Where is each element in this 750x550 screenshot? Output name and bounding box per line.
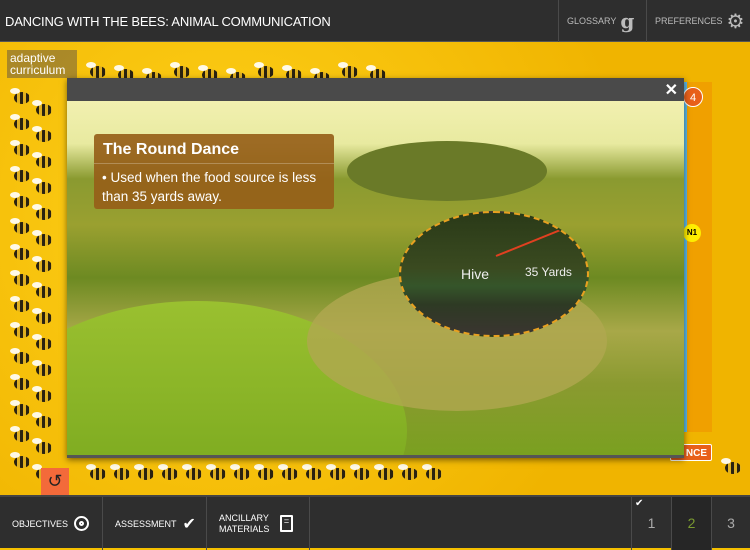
distance-arrow: [495, 219, 585, 257]
bee-icon: [32, 152, 52, 168]
modal-header: ✕: [67, 78, 684, 101]
ancillary-materials-button[interactable]: ANCILLARY MATERIALS =: [207, 497, 310, 550]
bee-icon: [254, 464, 274, 480]
bee-icon: [350, 464, 370, 480]
checkmark-icon: ✔: [182, 515, 196, 533]
bee-icon: [10, 244, 30, 260]
completed-check-icon: ✔: [635, 498, 644, 509]
bee-icon: [10, 114, 30, 130]
hill: [347, 141, 547, 201]
bee-icon: [230, 464, 250, 480]
bee-icon: [10, 270, 30, 286]
bee-icon: [10, 88, 30, 104]
bee-icon: [254, 62, 274, 78]
bee-icon: [134, 464, 154, 480]
bee-icon: [32, 230, 52, 246]
glossary-button[interactable]: GLOSSARY g: [558, 0, 646, 42]
card-title: The Round Dance: [94, 134, 334, 164]
hive-label: Hive: [461, 266, 490, 282]
close-icon[interactable]: ✕: [665, 80, 678, 100]
bee-icon: [422, 464, 442, 480]
page-number: 2: [687, 515, 696, 531]
bee-icon: [32, 204, 52, 220]
preferences-button[interactable]: PREFERENCES ⚙: [646, 0, 750, 42]
video-frame[interactable]: The Round Dance • Used when the food sou…: [67, 101, 684, 455]
bee-icon: [10, 322, 30, 338]
card-bullet: • Used when the food source is less than…: [102, 170, 317, 204]
video-modal: ✕ The Round Dance • Used when the food s…: [67, 78, 684, 458]
bottom-bar: OBJECTIVES ASSESSMENT ✔ ANCILLARY MATERI…: [0, 495, 750, 550]
bee-icon: [32, 412, 52, 428]
document-icon: =: [280, 515, 293, 532]
zoom-inset: Hive 35 Yards: [399, 211, 589, 337]
logo-line2: curriculum: [10, 63, 66, 77]
bee-icon: [10, 374, 30, 390]
distance-label: 35 Yards: [525, 265, 572, 279]
objectives-label: OBJECTIVES: [12, 518, 69, 529]
bee-icon: [32, 282, 52, 298]
bee-icon: [721, 458, 741, 474]
bee-icon: [32, 178, 52, 194]
bee-icon: [10, 166, 30, 182]
page-1-button[interactable]: ✔ 1: [631, 497, 671, 550]
bee-icon: [32, 308, 52, 324]
page-number: 3: [727, 515, 735, 531]
bee-icon: [32, 360, 52, 376]
bee-icon: [338, 62, 358, 78]
bee-icon: [32, 438, 52, 454]
bee-icon: [10, 192, 30, 208]
side-panel: [684, 82, 712, 432]
n1-marker[interactable]: N1: [683, 224, 701, 242]
adaptive-curriculum-logo: adaptive curriculum: [7, 50, 77, 78]
page-3-button[interactable]: 3: [711, 497, 750, 550]
reset-button[interactable]: ↺: [41, 468, 69, 495]
bee-icon: [10, 452, 30, 468]
bee-icon: [182, 464, 202, 480]
bee-icon: [158, 464, 178, 480]
bee-icon: [32, 126, 52, 142]
assessment-label: ASSESSMENT: [115, 518, 177, 529]
bee-icon: [32, 334, 52, 350]
bee-icon: [374, 464, 394, 480]
bee-icon: [32, 100, 52, 116]
page-number: 1: [647, 515, 656, 531]
glossary-label: GLOSSARY: [567, 16, 617, 26]
bee-icon: [326, 464, 346, 480]
gear-icon: ⚙: [726, 10, 745, 33]
page-title: DANCING WITH THE BEES: ANIMAL COMMUNICAT…: [5, 14, 331, 29]
bee-icon: [10, 218, 30, 234]
glossary-icon: g: [620, 9, 635, 33]
activity-stage: adaptive curriculum 4 N1 NCE ↺ ✕ The Roun…: [0, 42, 750, 495]
bee-icon: [170, 62, 190, 78]
target-icon: [74, 516, 90, 531]
ancillary-label: ANCILLARY MATERIALS: [219, 512, 270, 534]
bee-icon: [10, 348, 30, 364]
round-dance-card: The Round Dance • Used when the food sou…: [94, 134, 334, 209]
bee-icon: [398, 464, 418, 480]
objectives-button[interactable]: OBJECTIVES: [0, 497, 103, 550]
bee-icon: [206, 464, 226, 480]
top-bar: DANCING WITH THE BEES: ANIMAL COMMUNICAT…: [0, 0, 750, 42]
bee-icon: [10, 296, 30, 312]
bee-icon: [32, 386, 52, 402]
bee-icon: [10, 140, 30, 156]
bee-icon: [32, 256, 52, 272]
bee-icon: [110, 464, 130, 480]
assessment-button[interactable]: ASSESSMENT ✔: [103, 497, 207, 550]
bee-icon: [10, 426, 30, 442]
reset-icon: ↺: [47, 471, 63, 491]
preferences-label: PREFERENCES: [655, 16, 723, 26]
bee-icon: [86, 62, 106, 78]
count-badge: 4: [683, 87, 703, 107]
bee-icon: [10, 400, 30, 416]
page-2-button[interactable]: 2: [671, 497, 711, 550]
bee-icon: [278, 464, 298, 480]
bee-icon: [86, 464, 106, 480]
bee-icon: [302, 464, 322, 480]
